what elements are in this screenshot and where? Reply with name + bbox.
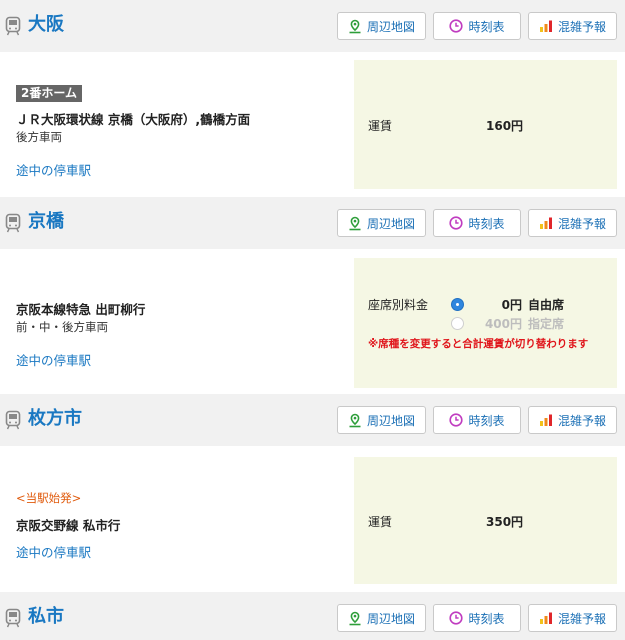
crowd-button-label: 混雑予報 (557, 216, 606, 231)
seat-fare-box: 座席別料金 0円 自由席 400円 指定席 ※席種を変更すると合計運賃が切り替わ… (354, 258, 617, 388)
crowd-forecast-button[interactable]: 混雑予報 (528, 406, 617, 434)
stops-link[interactable]: 途中の停車駅 (16, 542, 91, 561)
fare-label: 運賃 (368, 119, 393, 133)
car-position: 前・中・後方車両 (16, 320, 108, 334)
seat-option-type: 自由席 (528, 298, 565, 312)
map-button-label: 周辺地図 (366, 19, 415, 34)
seat-fare-label: 座席別料金 (368, 298, 429, 312)
timetable-button-label: 時刻表 (468, 611, 505, 626)
seat-option-radio-free[interactable] (451, 298, 464, 311)
line-name: ＪＲ大阪環状線 京橋（大阪府）,鶴橋方面 (16, 112, 251, 127)
station-row: 枚方市 周辺地図 時刻表 混雑予報 (0, 394, 625, 446)
seat-option-radio-reserved[interactable] (451, 317, 464, 330)
timetable-button[interactable]: 時刻表 (433, 12, 521, 40)
crowd-button-label: 混雑予報 (557, 19, 606, 34)
map-pin-icon (349, 19, 361, 33)
station-row: 京橋 周辺地図 時刻表 混雑予報 (0, 197, 625, 249)
stops-link[interactable]: 途中の停車駅 (16, 350, 91, 369)
seat-option-price: 0円 (501, 298, 522, 312)
timetable-button-label: 時刻表 (468, 19, 505, 34)
crowd-button-label: 混雑予報 (557, 413, 606, 428)
bar-chart-icon (539, 217, 552, 229)
station-name[interactable]: 大阪 (28, 12, 64, 38)
seat-option-type: 指定席 (528, 317, 565, 331)
fare-change-warning: ※席種を変更すると合計運賃が切り替わります (368, 338, 589, 350)
bar-chart-icon (539, 20, 552, 32)
station-row: 大阪 周辺地図 時刻表 混雑予報 (0, 0, 625, 52)
car-position: 後方車両 (16, 130, 62, 144)
clock-icon (449, 413, 464, 427)
route-segment: 京阪本線特急 出町柳行 前・中・後方車両 途中の停車駅 座席別料金 0円 自由席… (0, 249, 625, 394)
timetable-button[interactable]: 時刻表 (433, 406, 521, 434)
fare-label: 運賃 (368, 515, 393, 529)
timetable-button[interactable]: 時刻表 (433, 604, 521, 632)
clock-icon (449, 611, 464, 625)
train-icon (5, 608, 21, 628)
clock-icon (449, 19, 464, 33)
timetable-button[interactable]: 時刻表 (433, 209, 521, 237)
map-button[interactable]: 周辺地図 (337, 406, 426, 434)
line-name: 京阪本線特急 出町柳行 (16, 302, 146, 317)
bar-chart-icon (539, 612, 552, 624)
map-pin-icon (349, 216, 361, 230)
station-row: 私市 周辺地図 時刻表 混雑予報 (0, 592, 625, 640)
station-name[interactable]: 京橋 (28, 209, 64, 235)
station-name[interactable]: 私市 (28, 604, 64, 630)
fare-value: 350円 (486, 515, 524, 529)
crowd-button-label: 混雑予報 (557, 611, 606, 626)
train-icon (5, 16, 21, 36)
map-button-label: 周辺地図 (366, 611, 415, 626)
bar-chart-icon (539, 414, 552, 426)
line-name: 京阪交野線 私市行 (16, 518, 121, 533)
clock-icon (449, 216, 464, 230)
train-icon (5, 410, 21, 430)
platform-badge: 2番ホーム (16, 85, 82, 102)
stops-link[interactable]: 途中の停車駅 (16, 160, 91, 179)
map-button[interactable]: 周辺地図 (337, 209, 426, 237)
fare-value: 160円 (486, 119, 524, 133)
route-segment: 2番ホーム ＪＲ大阪環状線 京橋（大阪府）,鶴橋方面 後方車両 途中の停車駅 運… (0, 52, 625, 197)
map-button-label: 周辺地図 (366, 413, 415, 428)
fare-box: 運賃 160円 (354, 60, 617, 189)
seat-option-price: 400円 (484, 317, 522, 331)
map-button[interactable]: 周辺地図 (337, 604, 426, 632)
crowd-forecast-button[interactable]: 混雑予報 (528, 604, 617, 632)
map-pin-icon (349, 413, 361, 427)
map-button-label: 周辺地図 (366, 216, 415, 231)
crowd-forecast-button[interactable]: 混雑予報 (528, 12, 617, 40)
map-pin-icon (349, 611, 361, 625)
origin-note: <当駅始発> (16, 491, 82, 505)
timetable-button-label: 時刻表 (468, 413, 505, 428)
fare-box: 運賃 350円 (354, 457, 617, 584)
train-icon (5, 213, 21, 233)
crowd-forecast-button[interactable]: 混雑予報 (528, 209, 617, 237)
route-segment: <当駅始発> 京阪交野線 私市行 途中の停車駅 運賃 350円 (0, 446, 625, 592)
station-name[interactable]: 枚方市 (28, 406, 82, 432)
map-button[interactable]: 周辺地図 (337, 12, 426, 40)
timetable-button-label: 時刻表 (468, 216, 505, 231)
